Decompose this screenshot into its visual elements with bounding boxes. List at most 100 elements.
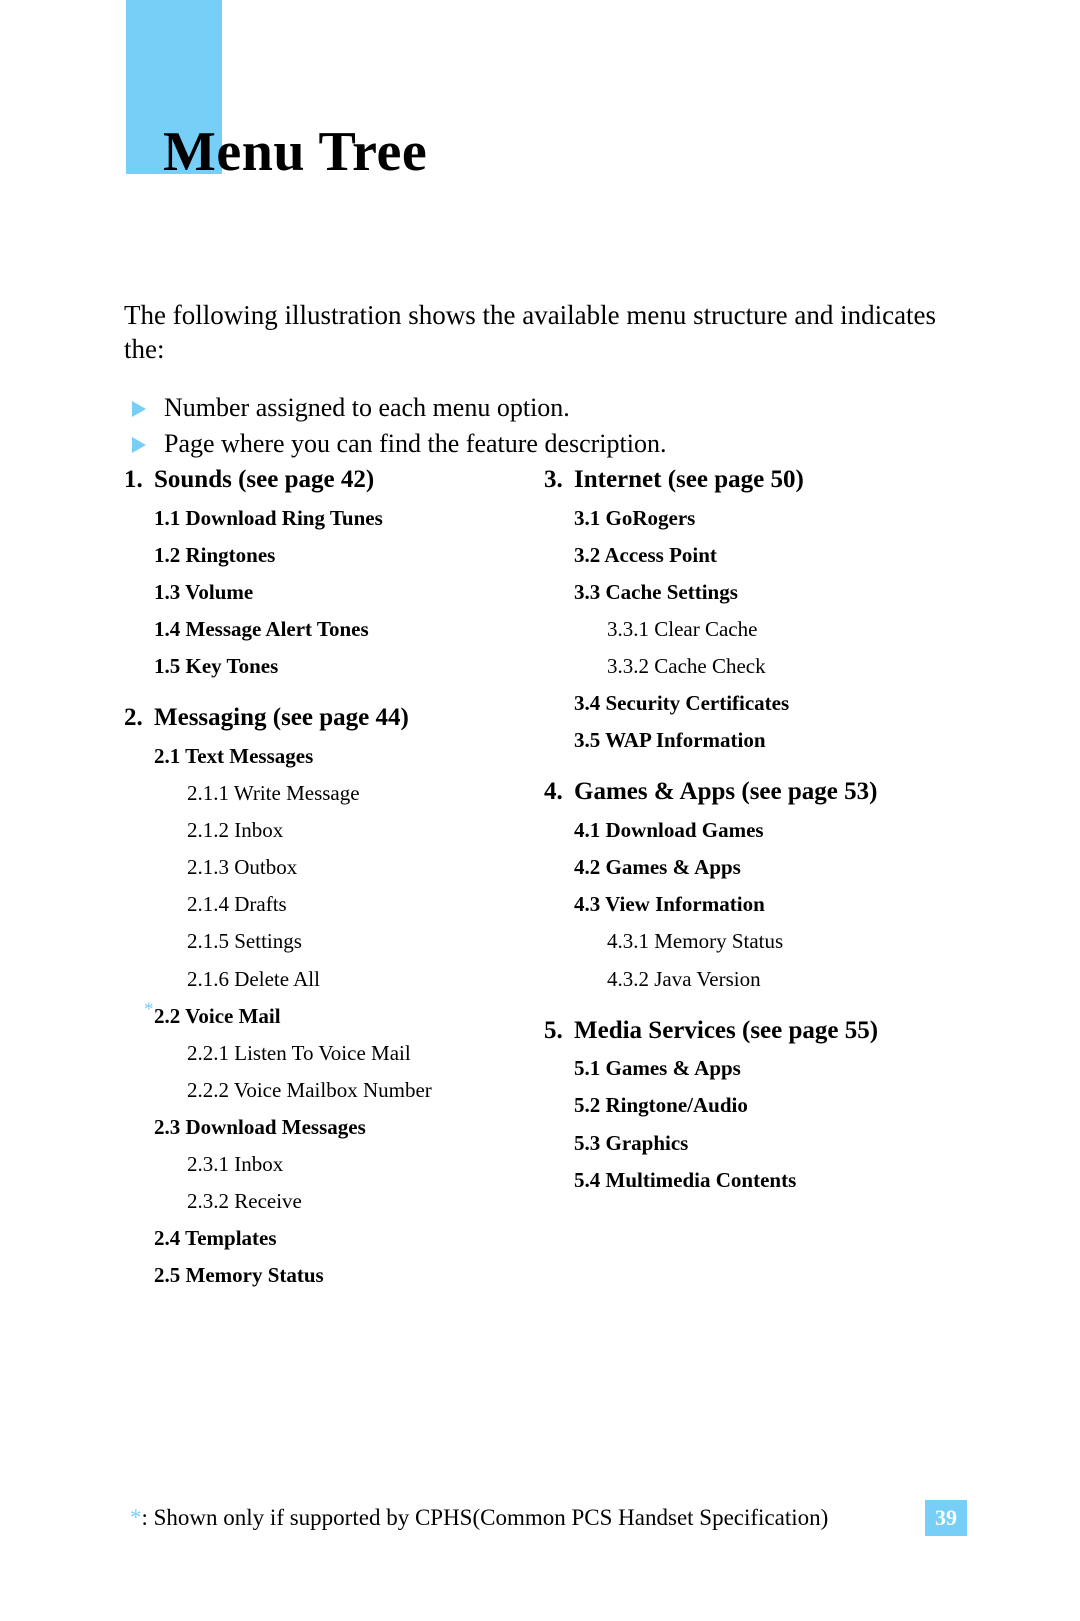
menu-item-level-2[interactable]: * 2.2 Voice Mail <box>124 999 544 1028</box>
menu-item-level-2[interactable]: 3.5 WAP Information <box>544 729 964 752</box>
menu-item-level-2[interactable]: 4.1 Download Games <box>544 819 964 842</box>
menu-item-level-2[interactable]: 5.3 Graphics <box>544 1130 964 1155</box>
menu-section-title: Sounds (see page 42) <box>154 466 375 493</box>
menu-item-label: 1.5 Key Tones <box>154 654 279 679</box>
menu-item-level-3[interactable]: 4.3.1 Memory Status <box>544 930 964 953</box>
menu-item-level-2[interactable]: 5.1 Games & Apps <box>544 1057 964 1080</box>
menu-item-level-3[interactable]: 2.1.3 Outbox <box>124 856 544 879</box>
menu-item-label: 5.1 Games & Apps <box>574 1056 741 1081</box>
menu-item-label: 1.3 Volume <box>154 579 254 604</box>
menu-item-label: 4.3.1 Memory Status <box>607 929 784 954</box>
menu-item-label: 3.2 Access Point <box>574 542 717 567</box>
menu-section-title: Internet (see page 50) <box>574 466 804 493</box>
menu-item-level-3[interactable]: 2.1.5 Settings <box>124 930 544 953</box>
menu-item-level-3[interactable]: 2.1.4 Drafts <box>124 893 544 916</box>
menu-item-label: 4.3 View Information <box>574 892 765 917</box>
menu-item-level-2[interactable]: 2.5 Memory Status <box>124 1264 544 1287</box>
menu-section-number: 2. <box>124 704 143 732</box>
menu-section: 1. Sounds (see page 42) 1.1 Download Ring … <box>124 466 544 678</box>
menu-item-label: 2.3 Download Messages <box>154 1114 366 1139</box>
menu-item-label: 1.1 Download Ring Tunes <box>154 505 383 530</box>
menu-tree-left-column: 1. Sounds (see page 42) 1.1 Download Ring … <box>124 466 544 1301</box>
menu-section: 3. Internet (see page 50) 3.1 GoRogers 3.2 … <box>544 466 964 752</box>
menu-item-level-2[interactable]: 3.2 Access Point <box>544 542 964 567</box>
menu-item-level-3[interactable]: 2.1.1 Write Message <box>124 782 544 805</box>
intro-bullet-label: Number assigned to each menu option. <box>164 392 570 422</box>
menu-section-number: 4. <box>544 778 563 806</box>
menu-item-level-2[interactable]: 2.4 Templates <box>124 1227 544 1250</box>
menu-section-number: 5. <box>544 1016 563 1044</box>
menu-item-level-3[interactable]: 2.1.6 Delete All <box>124 966 544 991</box>
menu-item-level-3[interactable]: 2.2.1 Listen To Voice Mail <box>124 1040 544 1065</box>
menu-item-level-2[interactable]: 1.3 Volume <box>124 579 544 604</box>
menu-item-level-3[interactable]: 4.3.2 Java Version <box>544 967 964 991</box>
menu-section-title: Media Services (see page 55) <box>574 1016 879 1044</box>
menu-item-level-2[interactable]: 1.2 Ringtones <box>124 542 544 567</box>
menu-section: 4. Games & Apps (see page 53) 4.1 Download… <box>544 778 964 990</box>
menu-item-label: 2.5 Memory Status <box>154 1263 324 1288</box>
menu-section: 2. Messaging (see page 44) 2.1 Text Messag… <box>124 704 544 1287</box>
menu-item-label: 5.2 Ringtone/Audio <box>574 1093 748 1118</box>
menu-item-label: 2.1.4 Drafts <box>187 892 287 917</box>
menu-section-heading[interactable]: 5. Media Services (see page 55) <box>544 1017 964 1046</box>
menu-item-label: 2.1.2 Inbox <box>187 818 284 843</box>
menu-section-number: 3. <box>544 466 563 493</box>
intro-bullet-item: Page where you can find the feature desc… <box>124 427 954 462</box>
menu-item-level-3[interactable]: 2.1.2 Inbox <box>124 819 544 842</box>
menu-section-title: Messaging (see page 44) <box>154 704 409 732</box>
menu-item-level-3[interactable]: 2.2.2 Voice Mailbox Number <box>124 1077 544 1102</box>
menu-item-label: 1.4 Message Alert Tones <box>154 617 369 642</box>
page-title: Menu Tree <box>163 120 428 183</box>
page-number-badge: 39 <box>925 1500 967 1536</box>
triangle-right-icon <box>132 400 146 417</box>
footnote-asterisk-icon: * <box>144 998 154 1020</box>
page-footer: *: Shown only if supported by CPHS(Commo… <box>130 1500 970 1536</box>
menu-section-title: Games & Apps (see page 53) <box>574 778 878 806</box>
menu-tree: 1. Sounds (see page 42) 1.1 Download Ring … <box>124 466 964 1301</box>
menu-item-label: 2.4 Templates <box>154 1226 277 1251</box>
menu-item-label: 2.2.2 Voice Mailbox Number <box>187 1077 432 1102</box>
menu-item-level-2[interactable]: 3.3 Cache Settings <box>544 580 964 604</box>
menu-item-label: 2.1.3 Outbox <box>187 855 298 880</box>
menu-item-level-2[interactable]: 2.3 Download Messages <box>124 1114 544 1139</box>
menu-item-label: 2.1.6 Delete All <box>187 966 320 991</box>
menu-item-label: 2.2.1 Listen To Voice Mail <box>187 1040 411 1065</box>
menu-tree-right-column: 3. Internet (see page 50) 3.1 GoRogers 3.2 … <box>544 466 964 1301</box>
menu-item-level-2[interactable]: 2.1 Text Messages <box>124 743 544 768</box>
menu-item-label: 1.2 Ringtones <box>154 542 276 567</box>
menu-item-level-2[interactable]: 4.2 Games & Apps <box>544 856 964 879</box>
footnote-asterisk-icon: * <box>130 1505 142 1531</box>
menu-section-heading[interactable]: 2. Messaging (see page 44) <box>124 704 544 733</box>
intro-bullet-list: Number assigned to each menu option. Page… <box>124 391 954 462</box>
menu-item-level-3[interactable]: 3.3.2 Cache Check <box>544 655 964 678</box>
intro-section: The following illustration shows the ava… <box>124 298 954 464</box>
menu-item-label: 2.1 Text Messages <box>154 743 314 768</box>
menu-item-level-3[interactable]: 2.3.1 Inbox <box>124 1152 544 1176</box>
menu-item-level-2[interactable]: 3.4 Security Certificates <box>544 692 964 715</box>
menu-item-label: 2.2 Voice Mail <box>154 1003 281 1028</box>
menu-item-level-2[interactable]: 1.4 Message Alert Tones <box>124 617 544 642</box>
menu-item-label: 4.2 Games & Apps <box>574 855 741 880</box>
menu-item-label: 3.1 GoRogers <box>574 505 696 530</box>
menu-item-level-2[interactable]: 3.1 GoRogers <box>544 505 964 530</box>
menu-section: 5. Media Services (see page 55) 5.1 Games … <box>544 1017 964 1192</box>
menu-section-heading[interactable]: 3. Internet (see page 50) <box>544 466 964 495</box>
menu-item-level-2[interactable]: 1.5 Key Tones <box>124 655 544 678</box>
menu-section-heading[interactable]: 4. Games & Apps (see page 53) <box>544 778 964 807</box>
menu-item-label: 2.1.5 Settings <box>187 929 302 954</box>
menu-item-level-2[interactable]: 5.2 Ringtone/Audio <box>544 1094 964 1117</box>
menu-section-heading[interactable]: 1. Sounds (see page 42) <box>124 466 544 495</box>
menu-item-label: 3.5 WAP Information <box>574 728 766 753</box>
intro-paragraph: The following illustration shows the ava… <box>124 300 937 365</box>
footnote-text: : Shown only if supported by CPHS(Common… <box>141 1505 829 1531</box>
menu-item-level-3[interactable]: 2.3.2 Receive <box>124 1190 544 1213</box>
menu-item-label: 4.1 Download Games <box>574 818 764 843</box>
triangle-right-icon <box>132 437 146 454</box>
menu-item-label: 3.3.1 Clear Cache <box>607 617 758 642</box>
menu-item-level-2[interactable]: 5.4 Multimedia Contents <box>544 1168 964 1192</box>
menu-item-level-2[interactable]: 1.1 Download Ring Tunes <box>124 505 544 530</box>
menu-item-label: 5.3 Graphics <box>574 1130 689 1155</box>
menu-item-level-3[interactable]: 3.3.1 Clear Cache <box>544 617 964 642</box>
menu-item-level-2[interactable]: 4.3 View Information <box>544 893 964 916</box>
menu-item-label: 2.1.1 Write Message <box>187 781 360 806</box>
